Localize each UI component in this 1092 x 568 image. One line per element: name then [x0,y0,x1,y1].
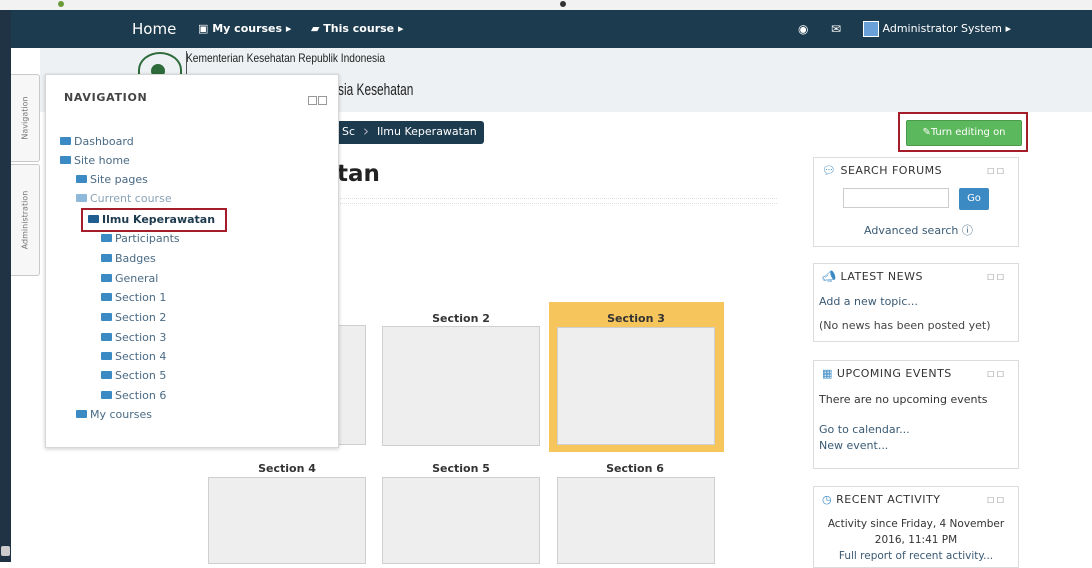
folder-icon [101,333,112,341]
search-go-button[interactable]: Go [959,188,989,210]
block-controls-icon[interactable]: ☐ ☐ [987,167,1004,176]
avatar [863,21,879,37]
section-6-label[interactable]: Section 6 [556,462,714,475]
speech-bubble-icon: 💬︎ [822,164,837,177]
nav-item-current-course[interactable]: Current course [76,192,172,205]
nav-item-section-2[interactable]: Section 2 [101,311,166,324]
user-menu[interactable]: Administrator System ▸ [863,10,1011,48]
add-new-topic-link[interactable]: Add a new topic... [819,295,918,308]
section-2-card[interactable] [382,326,540,446]
new-event-link[interactable]: New event... [819,439,888,452]
block-controls-icon[interactable]: ☐ ☐ [987,273,1004,282]
nav-item-dashboard[interactable]: Dashboard [60,135,134,148]
nav-item-site-pages[interactable]: Site pages [76,173,148,186]
dock-block-icon[interactable] [308,96,317,105]
section-4-card[interactable] [208,477,366,564]
folder-icon [101,234,112,242]
bookmark-icon [560,1,566,7]
navigation-block: NAVIGATION Dashboard Site home Site page… [45,74,339,448]
messages-icon[interactable]: ◉ [798,10,808,48]
chevron-right-icon: › [363,122,369,140]
nav-item-general[interactable]: General [101,272,158,285]
folder-icon [76,175,87,183]
course-title: tan [337,161,380,187]
megaphone-icon: 📣︎ [822,270,837,283]
folder-icon [60,137,71,145]
turn-editing-on-button[interactable]: ✎Turn editing on [906,120,1022,146]
folder-icon [76,410,87,418]
section-4-label[interactable]: Section 4 [208,462,366,475]
nav-item-badges[interactable]: Badges [101,252,156,265]
nav-item-participants[interactable]: Participants [101,232,180,245]
upcoming-events-title: ▦ UPCOMING EVENTS [822,367,952,380]
calendar-icon: ▦ [822,367,833,380]
no-news-text: (No news has been posted yet) [819,319,991,332]
nav-item-section-3[interactable]: Section 3 [101,331,166,344]
search-forums-block: 💬︎ SEARCH FORUMS ☐ ☐ Go Advanced search … [813,157,1019,247]
upcoming-events-block: ▦ UPCOMING EVENTS ☐ ☐ There are no upcom… [813,360,1019,469]
nav-item-site-home[interactable]: Site home [60,154,130,167]
section-2-label[interactable]: Section 2 [382,312,540,325]
breadcrumb-current[interactable]: Ilmu Keperawatan [377,125,477,138]
folder-icon [101,352,112,360]
folder-icon [76,194,87,202]
full-report-link[interactable]: Full report of recent activity... [814,550,1018,562]
search-forums-input[interactable] [843,188,949,208]
navigation-block-title: NAVIGATION [64,91,148,104]
tab-navigation-dock[interactable]: Navigation [11,74,40,162]
latest-news-title: 📣︎ LATEST NEWS [822,270,923,283]
recent-activity-title: ◷ RECENT ACTIVITY [822,493,941,506]
briefcase-icon: ▣ [198,22,213,35]
no-upcoming-events-text: There are no upcoming events [819,393,988,406]
dock-toggle-icon[interactable] [1,546,10,556]
block-controls-icon[interactable]: ☐ ☐ [987,370,1004,379]
nav-item-my-courses[interactable]: My courses [76,408,152,421]
my-courses-menu[interactable]: ▣ My courses ▸ [198,10,291,48]
folder-icon [101,274,112,282]
section-6-card[interactable] [557,477,715,564]
bookmark-icon [58,1,64,7]
edit-icon: ✎ [922,127,931,138]
folder-icon [60,156,71,164]
go-to-calendar-link[interactable]: Go to calendar... [819,423,910,436]
tab-administration-dock[interactable]: Administration [11,164,40,276]
browser-bookmarks-bar [0,0,1092,10]
title-divider [337,198,777,204]
folder-icon [101,254,112,262]
help-icon: ⓘ [961,224,973,237]
section-5-card[interactable] [382,477,540,564]
clock-icon: ◷ [822,493,833,506]
nav-item-section-5[interactable]: Section 5 [101,369,166,382]
section-5-label[interactable]: Section 5 [382,462,540,475]
nav-item-section-4[interactable]: Section 4 [101,350,166,363]
activity-since-line2: 2016, 11:41 PM [874,534,958,546]
breadcrumb-item[interactable]: Sc [342,125,355,138]
org-name-line1: Kementerian Kesehatan Republik Indonesia [186,51,386,65]
folder-icon [88,215,99,223]
section-3-card[interactable] [557,327,715,445]
recent-activity-block: ◷ RECENT ACTIVITY ☐ ☐ Activity since Fri… [813,486,1019,568]
folder-icon [101,391,112,399]
section-3-label[interactable]: Section 3 [556,312,716,325]
left-dock-strip [0,10,11,562]
nav-item-section-6[interactable]: Section 6 [101,389,166,402]
folder-icon [101,371,112,379]
folder-icon [101,293,112,301]
this-course-menu[interactable]: ▰ This course ▸ [311,10,403,48]
book-icon: ▰ [311,22,324,35]
activity-since-line1: Activity since Friday, 4 November [827,518,1005,530]
home-link[interactable]: Home [132,10,176,48]
mail-icon[interactable]: ✉ [831,10,841,48]
advanced-search-link[interactable]: Advanced search ⓘ [864,222,973,238]
top-navbar: Home ▣ My courses ▸ ▰ This course ▸ ◉ ✉ … [11,10,1092,48]
folder-icon [101,313,112,321]
latest-news-block: 📣︎ LATEST NEWS ☐ ☐ Add a new topic... (N… [813,263,1019,342]
hide-block-icon[interactable] [318,96,327,105]
search-forums-title: 💬︎ SEARCH FORUMS [822,164,943,177]
nav-item-section-1[interactable]: Section 1 [101,291,166,304]
breadcrumb: Sc › Ilmu Keperawatan [337,121,484,144]
org-name-line2: sia Kesehatan [338,80,414,99]
nav-item-ilmu-keperawatan[interactable]: Ilmu Keperawatan [88,213,215,226]
block-controls-icon[interactable]: ☐ ☐ [987,496,1004,505]
